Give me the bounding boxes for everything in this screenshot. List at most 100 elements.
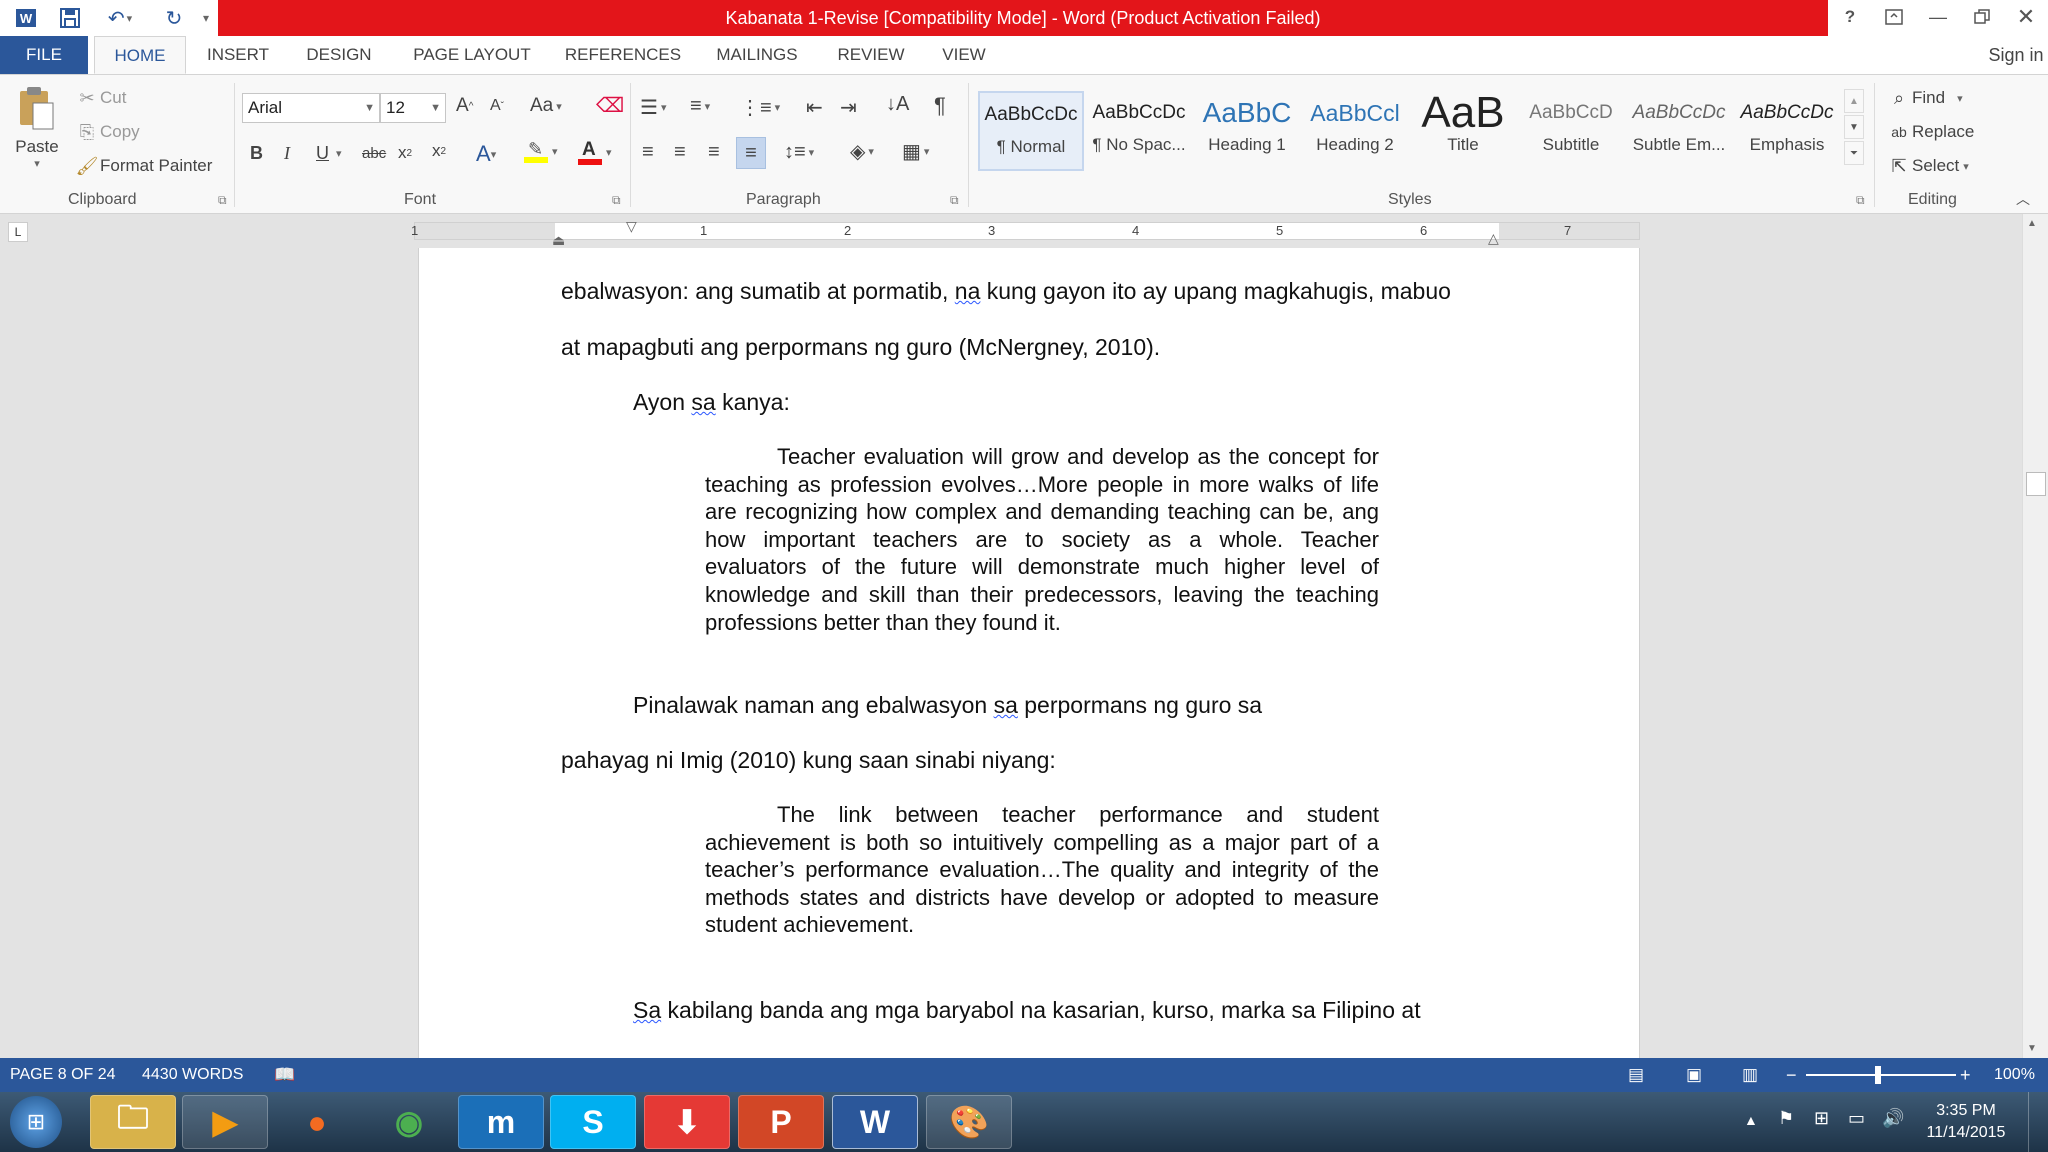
page-count[interactable]: PAGE 8 OF 24 bbox=[10, 1058, 116, 1092]
font-launcher-icon[interactable]: ⧉ bbox=[612, 193, 621, 208]
font-size-dropdown[interactable]: 12 ▼ bbox=[380, 93, 446, 123]
styles-more-icon[interactable]: ⏷ bbox=[1844, 141, 1864, 165]
zoom-out-icon[interactable]: − bbox=[1786, 1058, 1797, 1092]
horizontal-ruler[interactable]: L 1 1 2 3 4 5 6 7 ▽ ⏏ △ bbox=[0, 214, 2048, 248]
restore-icon[interactable] bbox=[1962, 0, 2002, 34]
superscript-icon[interactable]: x2 bbox=[432, 141, 446, 161]
hanging-indent-marker-icon[interactable]: ⏏ bbox=[552, 232, 565, 249]
align-left-icon[interactable]: ≡ bbox=[642, 141, 654, 164]
scroll-thumb[interactable] bbox=[2026, 472, 2046, 496]
bold-button[interactable]: B bbox=[250, 143, 263, 164]
show-desktop-button[interactable] bbox=[2028, 1092, 2048, 1152]
text-effects-icon[interactable]: A ▾ bbox=[476, 141, 496, 167]
collapse-ribbon-icon[interactable]: ︿ bbox=[2016, 189, 2030, 209]
spelling-error[interactable]: na bbox=[955, 278, 981, 304]
tab-references[interactable]: REFERENCES bbox=[560, 36, 686, 74]
tab-review[interactable]: REVIEW bbox=[830, 36, 912, 74]
spelling-error[interactable]: Sa bbox=[633, 997, 661, 1023]
tab-selector-icon[interactable]: L bbox=[8, 222, 28, 242]
print-layout-icon[interactable]: ▣ bbox=[1686, 1058, 1702, 1092]
tab-home[interactable]: HOME bbox=[94, 36, 186, 74]
chrome-icon[interactable]: ◉ bbox=[366, 1095, 452, 1149]
tab-design[interactable]: DESIGN bbox=[296, 36, 382, 74]
style-subtle-emphasis[interactable]: AaBbCcDc Subtle Em... bbox=[1626, 91, 1732, 171]
proofing-icon[interactable]: 📖 bbox=[274, 1058, 295, 1092]
font-color-icon[interactable]: A ▾ bbox=[578, 139, 612, 165]
redo-icon[interactable]: ↻ bbox=[156, 3, 192, 33]
volume-icon[interactable]: 🔊 bbox=[1882, 1108, 1904, 1129]
style-normal[interactable]: AaBbCcDc ¶ Normal bbox=[978, 91, 1084, 171]
align-right-icon[interactable]: ≡ bbox=[708, 141, 720, 164]
customize-qat-icon[interactable]: ▾ bbox=[196, 3, 216, 33]
style-emphasis[interactable]: AaBbCcDc Emphasis bbox=[1734, 91, 1840, 171]
show-formatting-marks-icon[interactable]: ¶ bbox=[934, 93, 946, 119]
clock[interactable]: 3:35 PM 11/14/2015 bbox=[1918, 1100, 2014, 1144]
paint-icon[interactable]: 🎨 bbox=[926, 1095, 1012, 1149]
styles-launcher-icon[interactable]: ⧉ bbox=[1856, 193, 1865, 208]
ribbon-display-options-icon[interactable] bbox=[1874, 0, 1914, 34]
firefox-icon[interactable]: ● bbox=[274, 1095, 360, 1149]
undo-icon[interactable]: ↶ ▾ bbox=[96, 3, 144, 33]
style-no-spacing[interactable]: AaBbCcDc ¶ No Spac... bbox=[1086, 91, 1192, 171]
shading-icon[interactable]: ◈ ▾ bbox=[850, 139, 874, 164]
style-title[interactable]: AaB Title bbox=[1410, 91, 1516, 171]
subscript-icon[interactable]: x2 bbox=[398, 143, 412, 163]
sign-in-link[interactable]: Sign in bbox=[1984, 36, 2048, 74]
paste-button[interactable]: Paste ▾ bbox=[12, 85, 62, 185]
tab-mailings[interactable]: MAILINGS bbox=[706, 36, 808, 74]
start-button-icon[interactable]: ⊞ bbox=[10, 1096, 62, 1148]
styles-scroll-down-icon[interactable]: ▼ bbox=[1844, 115, 1864, 139]
show-hidden-icons-icon[interactable]: ▲ bbox=[1744, 1112, 1758, 1128]
vertical-scrollbar[interactable]: ▲ ▼ bbox=[2022, 214, 2048, 1058]
tab-page-layout[interactable]: PAGE LAYOUT bbox=[398, 36, 546, 74]
italic-button[interactable]: I bbox=[284, 143, 290, 164]
style-subtitle[interactable]: AaBbCcD Subtitle bbox=[1518, 91, 1624, 171]
borders-icon[interactable]: ▦ ▾ bbox=[902, 139, 929, 164]
font-name-dropdown[interactable]: Arial ▼ bbox=[242, 93, 380, 123]
windows-icon[interactable]: ⊞ bbox=[1814, 1108, 1829, 1129]
network-icon[interactable]: ▭ bbox=[1848, 1108, 1865, 1129]
find-button[interactable]: ⌕ Find ▾ bbox=[1886, 85, 1963, 111]
scroll-up-icon[interactable]: ▲ bbox=[2027, 218, 2037, 229]
format-painter-button[interactable]: 🖌 Format Painter bbox=[74, 153, 213, 179]
skype-icon[interactable]: S bbox=[550, 1095, 636, 1149]
line-spacing-icon[interactable]: ↕≡ ▾ bbox=[784, 141, 814, 164]
zoom-in-icon[interactable]: + bbox=[1960, 1058, 1971, 1092]
numbering-icon[interactable]: ≡ ▾ bbox=[690, 95, 710, 118]
paragraph-launcher-icon[interactable]: ⧉ bbox=[950, 193, 959, 208]
media-player-icon[interactable]: ▶ bbox=[182, 1095, 268, 1149]
strikethrough-button[interactable]: abc bbox=[362, 145, 386, 162]
scroll-down-icon[interactable]: ▼ bbox=[2027, 1043, 2037, 1054]
select-button[interactable]: ⇱ Select ▾ bbox=[1886, 153, 1968, 179]
spelling-error[interactable]: sa bbox=[994, 692, 1018, 718]
action-center-flag-icon[interactable]: ⚑ bbox=[1778, 1108, 1794, 1129]
clipboard-launcher-icon[interactable]: ⧉ bbox=[218, 193, 227, 208]
maxthon-icon[interactable]: m bbox=[458, 1095, 544, 1149]
style-heading-1[interactable]: AaBbC Heading 1 bbox=[1194, 91, 1300, 171]
shrink-font-icon[interactable]: Aˇ bbox=[490, 97, 504, 115]
save-icon[interactable] bbox=[52, 3, 88, 33]
increase-indent-icon[interactable]: ⇥ bbox=[840, 95, 857, 120]
read-mode-icon[interactable]: ▤ bbox=[1628, 1058, 1644, 1092]
close-icon[interactable]: ✕ bbox=[2006, 0, 2046, 34]
minimize-icon[interactable]: — bbox=[1918, 0, 1958, 34]
download-manager-icon[interactable]: ⬇ bbox=[644, 1095, 730, 1149]
cut-button[interactable]: ✂ Cut bbox=[74, 85, 126, 111]
document-page[interactable]: ebalwasyon: ang sumatib at pormatib, na … bbox=[418, 248, 1640, 1058]
style-heading-2[interactable]: AaBbCcl Heading 2 bbox=[1302, 91, 1408, 171]
tab-view[interactable]: VIEW bbox=[932, 36, 996, 74]
bullets-icon[interactable]: ☰ ▾ bbox=[640, 95, 666, 120]
tab-file[interactable]: FILE bbox=[0, 36, 88, 74]
file-explorer-icon[interactable]: 🗀 bbox=[90, 1095, 176, 1149]
help-icon[interactable]: ? bbox=[1830, 0, 1870, 34]
web-layout-icon[interactable]: ▥ bbox=[1742, 1058, 1758, 1092]
clear-formatting-icon[interactable]: ⌫ bbox=[596, 93, 624, 118]
underline-dropdown-icon[interactable]: ▾ bbox=[336, 147, 342, 160]
right-indent-marker-icon[interactable]: △ bbox=[1488, 230, 1499, 247]
align-center-icon[interactable]: ≡ bbox=[674, 141, 686, 164]
highlight-color-icon[interactable]: ✎ ▾ bbox=[524, 139, 558, 163]
underline-button[interactable]: U bbox=[316, 143, 329, 164]
zoom-slider[interactable] bbox=[1806, 1074, 1956, 1076]
decrease-indent-icon[interactable]: ⇤ bbox=[806, 95, 823, 120]
zoom-level[interactable]: 100% bbox=[1994, 1058, 2035, 1092]
